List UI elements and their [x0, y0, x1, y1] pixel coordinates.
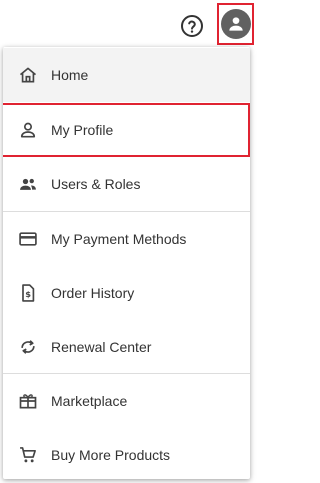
help-circle-icon — [181, 15, 203, 37]
menu-item-renewal-center[interactable]: Renewal Center — [3, 320, 250, 374]
person-icon — [18, 120, 38, 140]
invoice-icon: $ — [18, 283, 38, 303]
menu-item-payment-methods[interactable]: My Payment Methods — [3, 212, 250, 266]
menu-item-marketplace[interactable]: Marketplace — [3, 374, 250, 428]
menu-item-users-roles[interactable]: Users & Roles — [3, 157, 250, 211]
menu-item-order-history[interactable]: $ Order History — [3, 266, 250, 320]
account-dropdown-menu: Home My Profile Users & Roles My Payment… — [3, 47, 250, 479]
menu-item-label: My Payment Methods — [51, 231, 187, 247]
help-button[interactable] — [180, 14, 204, 38]
menu-item-label: My Profile — [51, 122, 114, 138]
cart-icon — [18, 445, 38, 465]
menu-item-label: Buy More Products — [51, 447, 171, 463]
top-bar — [0, 0, 258, 48]
gift-icon — [18, 391, 38, 411]
menu-item-label: Users & Roles — [51, 176, 141, 192]
menu-item-label: Marketplace — [51, 393, 128, 409]
refresh-icon — [18, 337, 38, 357]
menu-item-label: Home — [51, 67, 89, 83]
menu-item-label: Renewal Center — [51, 339, 152, 355]
group-icon — [18, 174, 38, 194]
menu-item-my-profile[interactable]: My Profile — [3, 103, 250, 157]
credit-card-icon — [18, 229, 38, 249]
menu-item-label: Order History — [51, 285, 135, 301]
home-icon — [18, 65, 38, 85]
avatar — [220, 9, 251, 39]
account-circle-icon — [228, 17, 243, 31]
menu-item-buy-more-products[interactable]: Buy More Products — [3, 428, 250, 479]
svg-text:$: $ — [25, 289, 31, 299]
menu-item-home[interactable]: Home — [3, 48, 250, 102]
account-menu-button[interactable] — [217, 3, 254, 45]
